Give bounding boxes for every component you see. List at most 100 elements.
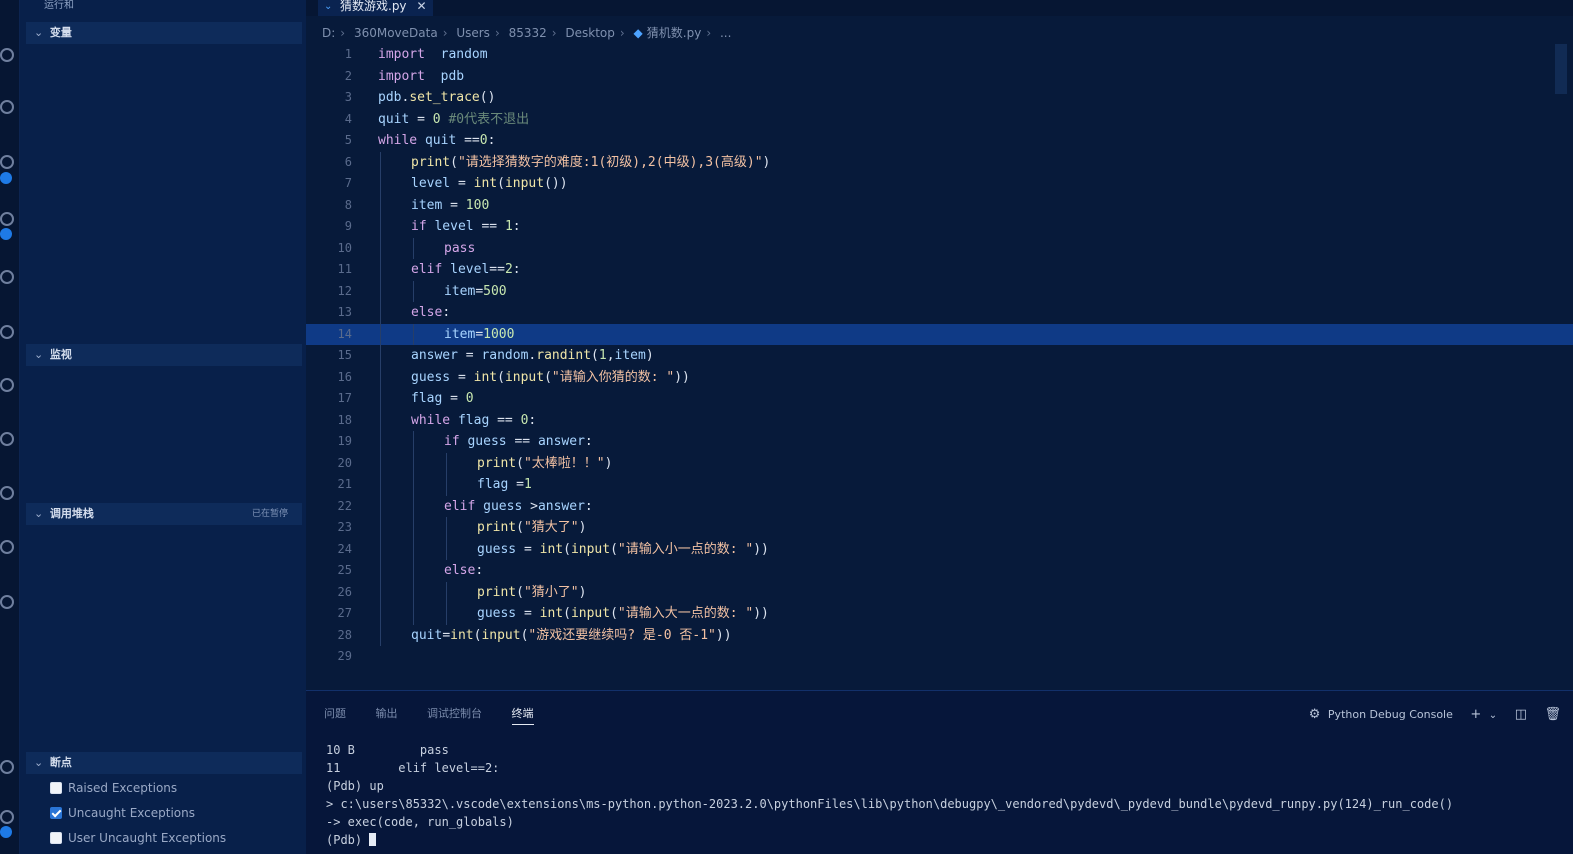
- code-line[interactable]: 6 print("请选择猜数字的难度:1(初级),2(中级),3(高级)"): [306, 151, 1573, 174]
- code-line[interactable]: 21 flag =1: [306, 474, 1573, 496]
- line-number[interactable]: 7: [306, 173, 352, 195]
- code-line[interactable]: 19 if guess == answer:: [306, 431, 1573, 453]
- line-number[interactable]: 17: [306, 388, 352, 410]
- code-line[interactable]: 7 level = int(input()): [306, 173, 1573, 195]
- code-line[interactable]: 5 while quit ==0:: [306, 130, 1573, 152]
- breadcrumb-item[interactable]: D:: [322, 26, 335, 40]
- remote-icon[interactable]: [0, 378, 14, 392]
- add-terminal-icon[interactable]: +: [1470, 707, 1481, 722]
- code-line[interactable]: 11 elif level==2:: [306, 259, 1573, 281]
- breadcrumb-item[interactable]: 85332: [509, 26, 547, 40]
- tab-terminal[interactable]: 终端: [511, 705, 534, 725]
- line-number[interactable]: 12: [306, 281, 352, 303]
- tab-debug-console[interactable]: 调试控制台: [427, 705, 482, 725]
- minimap[interactable]: [1555, 44, 1567, 94]
- line-number[interactable]: 19: [306, 431, 352, 453]
- code-lines[interactable]: 1 import random 2 import pdb 3 pdb.set_trace(…: [306, 44, 1573, 668]
- uncaught-exceptions-checkbox[interactable]: [50, 807, 62, 819]
- user-uncaught-exceptions-row[interactable]: User Uncaught Exceptions: [50, 828, 226, 848]
- editor-tab[interactable]: ⌄ 猜数游戏.py ✕: [318, 0, 433, 16]
- code-line[interactable]: 24 guess = int(input("请输入小一点的数: ")): [306, 538, 1573, 561]
- line-number[interactable]: 13: [306, 302, 352, 324]
- code-line[interactable]: 20 print("太棒啦！！"): [306, 452, 1573, 475]
- watch-section-header[interactable]: ⌄ 监视: [26, 344, 302, 366]
- code-line[interactable]: 27 guess = int(input("请输入大一点的数: ")): [306, 603, 1573, 625]
- line-number[interactable]: 1: [306, 44, 352, 66]
- line-number[interactable]: 20: [306, 453, 352, 475]
- code-line[interactable]: 15 answer = random.randint(1,item): [306, 345, 1573, 367]
- breadcrumb-item[interactable]: Users: [456, 26, 490, 40]
- code-line[interactable]: 1 import random: [306, 44, 1573, 66]
- line-number[interactable]: 16: [306, 367, 352, 389]
- line-number[interactable]: 6: [306, 152, 352, 174]
- code-line[interactable]: 3 pdb.set_trace(): [306, 87, 1573, 109]
- line-number[interactable]: 2: [306, 66, 352, 88]
- accounts-icon[interactable]: [0, 760, 14, 774]
- chevron-down-icon[interactable]: ⌄: [1489, 710, 1497, 721]
- source-control-icon[interactable]: [0, 212, 14, 226]
- call-stack-section-header[interactable]: ⌄ 调用堆栈 已在暂停: [26, 503, 302, 525]
- line-number[interactable]: 8: [306, 195, 352, 217]
- docker-icon[interactable]: [0, 432, 14, 446]
- settings-gear-icon[interactable]: [0, 810, 14, 824]
- code-line[interactable]: 2 import pdb: [306, 66, 1573, 88]
- tab-output[interactable]: 输出: [376, 705, 398, 725]
- code-line[interactable]: 25 else:: [306, 560, 1573, 582]
- run-debug-icon[interactable]: [0, 155, 14, 169]
- code-line[interactable]: 16 guess = int(input("请输入你猜的数: ")): [306, 366, 1573, 389]
- line-number[interactable]: 27: [306, 603, 352, 625]
- extension-view-icon[interactable]: [0, 595, 14, 609]
- close-icon[interactable]: ✕: [416, 0, 426, 12]
- explorer-icon[interactable]: [0, 48, 14, 62]
- terminal-output[interactable]: 10 B pass 11 elif level==2: (Pdb) up > c…: [326, 741, 1566, 849]
- testing-icon[interactable]: [0, 325, 14, 339]
- breakpoints-section-header[interactable]: ⌄ 断点: [26, 752, 302, 774]
- raised-exceptions-row[interactable]: Raised Exceptions: [50, 778, 177, 798]
- line-number[interactable]: 5: [306, 130, 352, 152]
- line-number[interactable]: 14: [306, 324, 352, 346]
- line-number[interactable]: 21: [306, 474, 352, 496]
- line-number[interactable]: 24: [306, 539, 352, 561]
- line-number[interactable]: 10: [306, 238, 352, 260]
- split-terminal-icon[interactable]: ◫: [1515, 707, 1527, 722]
- line-number[interactable]: 26: [306, 582, 352, 604]
- tab-problems[interactable]: 问题: [324, 705, 346, 725]
- breadcrumb-item[interactable]: ...: [720, 26, 731, 40]
- code-line[interactable]: 13 else:: [306, 302, 1573, 324]
- line-number[interactable]: 15: [306, 345, 352, 367]
- code-line[interactable]: 26 print("猜小了"): [306, 581, 1573, 604]
- search-icon[interactable]: [0, 100, 14, 114]
- line-number[interactable]: 9: [306, 216, 352, 238]
- code-line[interactable]: 29: [306, 646, 1573, 668]
- breadcrumb-item[interactable]: 360MoveData: [354, 26, 438, 40]
- raised-exceptions-checkbox[interactable]: [50, 782, 62, 794]
- terminal-prompt-line[interactable]: (Pdb): [326, 831, 1566, 849]
- code-line[interactable]: 12 item=500: [306, 280, 1573, 303]
- git-graph-icon[interactable]: [0, 486, 14, 500]
- line-number[interactable]: 28: [306, 625, 352, 647]
- code-line[interactable]: 4 quit = 0 #0代表不退出: [306, 109, 1573, 131]
- code-line[interactable]: 18 while flag == 0:: [306, 409, 1573, 432]
- line-number[interactable]: 3: [306, 87, 352, 109]
- breadcrumb-item[interactable]: Desktop: [565, 26, 615, 40]
- trash-icon[interactable]: 🗑: [1544, 707, 1561, 722]
- line-number[interactable]: 22: [306, 496, 352, 518]
- code-line[interactable]: 9 if level == 1:: [306, 216, 1573, 238]
- terminal-name[interactable]: Python Debug Console: [1328, 708, 1453, 721]
- extensions-icon[interactable]: [0, 270, 14, 284]
- line-number[interactable]: 4: [306, 109, 352, 131]
- code-line[interactable]: 17 flag = 0: [306, 388, 1573, 410]
- timeline-icon[interactable]: [0, 540, 14, 554]
- code-line[interactable]: 22 elif guess >answer:: [306, 495, 1573, 518]
- code-line[interactable]: 23 print("猜大了"): [306, 517, 1573, 539]
- line-number[interactable]: 23: [306, 517, 352, 539]
- uncaught-exceptions-row[interactable]: Uncaught Exceptions: [50, 803, 195, 823]
- variables-section-header[interactable]: ⌄ 变量: [26, 22, 302, 44]
- breadcrumb-item[interactable]: 猜机数.py: [647, 26, 702, 40]
- line-number[interactable]: 11: [306, 259, 352, 281]
- line-number[interactable]: 25: [306, 560, 352, 582]
- user-uncaught-exceptions-checkbox[interactable]: [50, 832, 62, 844]
- code-line[interactable]: 28 quit=int(input("游戏还要继续吗? 是-0 否-1")): [306, 624, 1573, 647]
- line-number[interactable]: 29: [306, 646, 352, 668]
- line-number[interactable]: 18: [306, 410, 352, 432]
